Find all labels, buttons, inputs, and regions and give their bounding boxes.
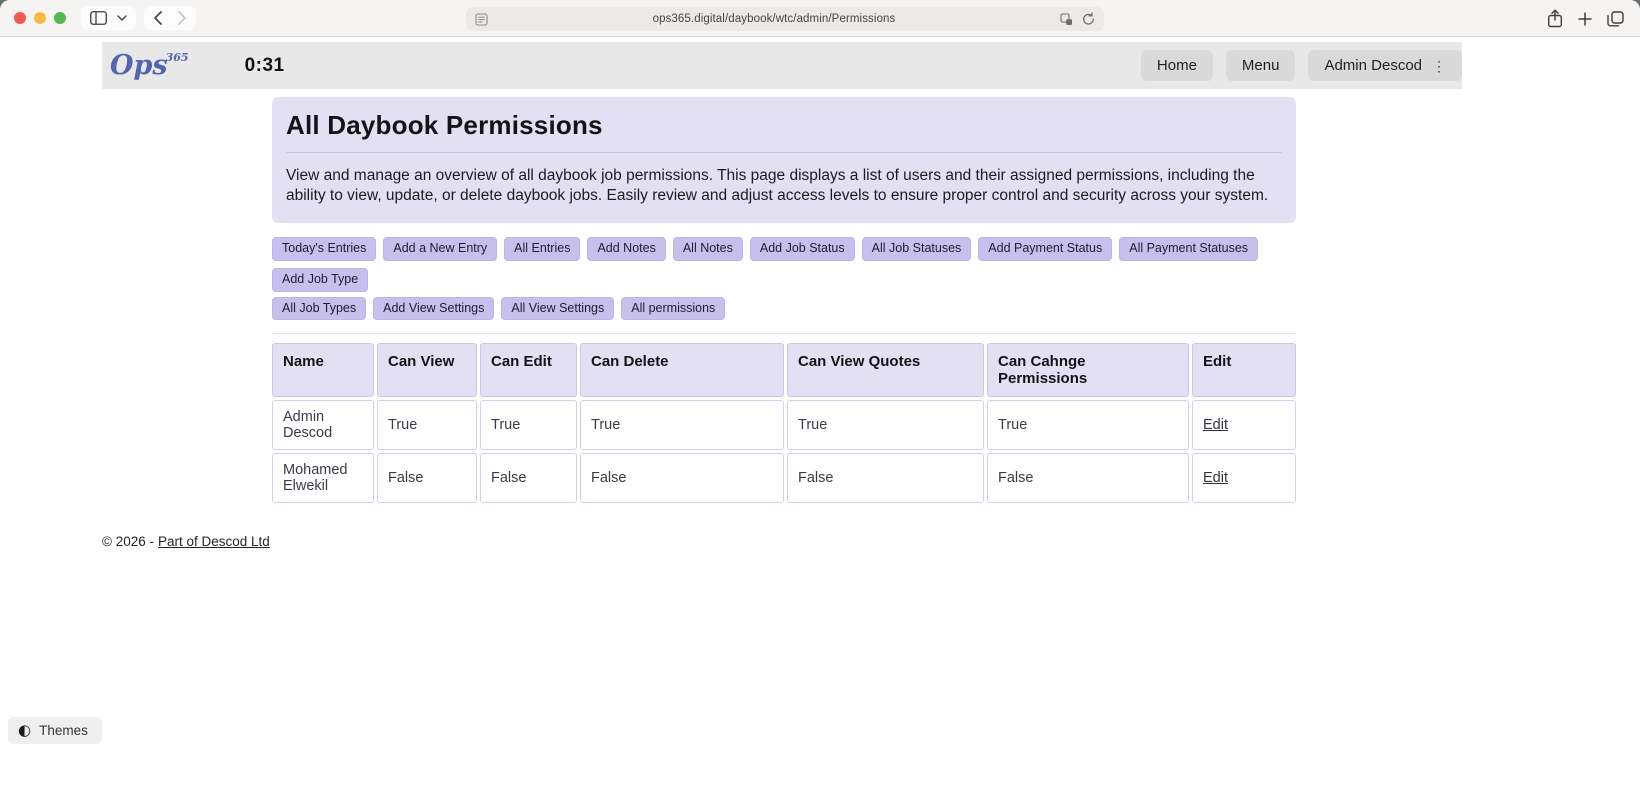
sidebar-button-group bbox=[81, 6, 136, 30]
quick-links: Today's Entries Add a New Entry All Entr… bbox=[272, 237, 1296, 321]
footer: © 2026 - Part of Descod Ltd bbox=[102, 534, 1640, 549]
url-text: ops365.digital/daybook/wtc/admin/Permiss… bbox=[652, 13, 896, 25]
link-add-new-entry[interactable]: Add a New Entry bbox=[383, 237, 498, 261]
account-menu-button[interactable]: Admin Descod ⋮ bbox=[1308, 50, 1462, 81]
forward-button[interactable] bbox=[178, 11, 187, 25]
row1-can-delete: True bbox=[580, 400, 784, 451]
row2-can-view: False bbox=[377, 453, 477, 504]
kebab-menu-icon: ⋮ bbox=[1432, 57, 1446, 74]
history-nav-group bbox=[144, 6, 196, 30]
window-zoom-button[interactable] bbox=[54, 12, 66, 24]
address-bar[interactable]: ops365.digital/daybook/wtc/admin/Permiss… bbox=[466, 7, 1104, 31]
account-menu-label: Admin Descod bbox=[1324, 57, 1422, 74]
row1-can-edit: True bbox=[480, 400, 577, 451]
quick-links-row-1: Today's Entries Add a New Entry All Entr… bbox=[272, 237, 1296, 292]
link-add-notes[interactable]: Add Notes bbox=[587, 237, 666, 261]
col-header-can-view: Can View bbox=[377, 343, 477, 398]
page-description: View and manage an overview of all daybo… bbox=[286, 167, 1269, 204]
row2-can-view-quotes: False bbox=[787, 453, 984, 504]
menu-button[interactable]: Menu bbox=[1225, 50, 1296, 81]
link-todays-entries[interactable]: Today's Entries bbox=[272, 237, 377, 261]
page-title: All Daybook Permissions bbox=[286, 110, 603, 140]
browser-window: ops365.digital/daybook/wtc/admin/Permiss… bbox=[0, 0, 1640, 788]
privacy-report-icon[interactable] bbox=[1060, 12, 1073, 26]
link-all-entries[interactable]: All Entries bbox=[504, 237, 581, 261]
browser-chrome: ops365.digital/daybook/wtc/admin/Permiss… bbox=[0, 0, 1640, 37]
site-header: Ops 365 0:31 Home Menu Admin Descod ⋮ bbox=[102, 42, 1462, 89]
ops365-logo[interactable]: Ops 365 bbox=[110, 50, 191, 81]
chevron-down-icon[interactable] bbox=[117, 15, 127, 21]
row1-edit-cell: Edit bbox=[1192, 400, 1296, 451]
permissions-table: Name Can View Can Edit Can Delete Can Vi… bbox=[272, 343, 1296, 504]
link-all-view-settings[interactable]: All View Settings bbox=[501, 296, 615, 321]
link-all-job-statuses[interactable]: All Job Statuses bbox=[861, 237, 972, 261]
link-all-notes[interactable]: All Notes bbox=[672, 237, 743, 261]
col-header-can-change-permissions: Can Cahnge Permissions bbox=[987, 343, 1189, 398]
col-header-edit: Edit bbox=[1192, 343, 1296, 398]
link-add-job-status[interactable]: Add Job Status bbox=[749, 237, 855, 261]
main-content: All Daybook Permissions View and manage … bbox=[272, 97, 1296, 504]
menu-button-label: Menu bbox=[1241, 57, 1280, 74]
logo-superscript: 365 bbox=[165, 51, 189, 64]
theme-half-moon-icon: ◐ bbox=[18, 721, 32, 739]
window-close-button[interactable] bbox=[14, 12, 26, 24]
row1-can-change-permissions: True bbox=[987, 400, 1189, 451]
col-header-name: Name bbox=[272, 343, 374, 398]
row1-edit-link[interactable]: Edit bbox=[1203, 417, 1228, 433]
reload-icon[interactable] bbox=[1082, 12, 1095, 26]
row2-can-change-permissions: False bbox=[987, 453, 1189, 504]
quick-links-row-2: All Job Types Add View Settings All View… bbox=[272, 296, 1296, 321]
row1-name: Admin Descod bbox=[272, 400, 374, 451]
traffic-lights bbox=[14, 12, 66, 24]
row2-can-edit: False bbox=[480, 453, 577, 504]
link-all-payment-statuses[interactable]: All Payment Statuses bbox=[1119, 237, 1259, 261]
sidebar-toggle-icon[interactable] bbox=[90, 11, 107, 25]
copyright-text: © 2026 - bbox=[102, 534, 154, 550]
home-button[interactable]: Home bbox=[1140, 50, 1213, 81]
col-header-can-edit: Can Edit bbox=[480, 343, 577, 398]
title-divider bbox=[286, 152, 1282, 153]
page-settings-icon[interactable] bbox=[475, 12, 488, 26]
descod-link[interactable]: Part of Descod Ltd bbox=[158, 534, 270, 549]
row2-edit-link[interactable]: Edit bbox=[1203, 470, 1228, 486]
address-bar-actions bbox=[1060, 12, 1095, 26]
link-all-permissions[interactable]: All permissions bbox=[621, 296, 726, 321]
table-divider bbox=[272, 333, 1296, 335]
themes-toggle[interactable]: ◐ Themes bbox=[8, 717, 102, 744]
header-nav: Home Menu Admin Descod ⋮ bbox=[1140, 50, 1462, 81]
themes-label: Themes bbox=[39, 723, 88, 738]
link-add-view-settings[interactable]: Add View Settings bbox=[373, 296, 495, 321]
home-button-label: Home bbox=[1156, 57, 1197, 74]
window-minimize-button[interactable] bbox=[34, 12, 46, 24]
share-icon[interactable] bbox=[1547, 9, 1563, 28]
link-add-job-type[interactable]: Add Job Type bbox=[272, 267, 369, 292]
col-header-can-view-quotes: Can View Quotes bbox=[787, 343, 984, 398]
link-all-job-types[interactable]: All Job Types bbox=[272, 296, 367, 321]
tab-overview-icon[interactable] bbox=[1607, 10, 1624, 27]
row2-edit-cell: Edit bbox=[1192, 453, 1296, 504]
col-header-can-delete: Can Delete bbox=[580, 343, 784, 398]
row1-can-view-quotes: True bbox=[787, 400, 984, 451]
row1-can-view: True bbox=[377, 400, 477, 451]
chrome-toolbar-right bbox=[1547, 0, 1624, 37]
session-timer: 0:31 bbox=[244, 54, 285, 76]
new-tab-icon[interactable] bbox=[1578, 11, 1592, 26]
row2-name: Mohamed Elwekil bbox=[272, 453, 374, 504]
link-add-payment-status[interactable]: Add Payment Status bbox=[978, 237, 1113, 261]
row2-can-delete: False bbox=[580, 453, 784, 504]
back-button[interactable] bbox=[153, 11, 162, 25]
page-intro-panel: All Daybook Permissions View and manage … bbox=[272, 97, 1296, 223]
logo-text: Ops bbox=[110, 50, 168, 81]
